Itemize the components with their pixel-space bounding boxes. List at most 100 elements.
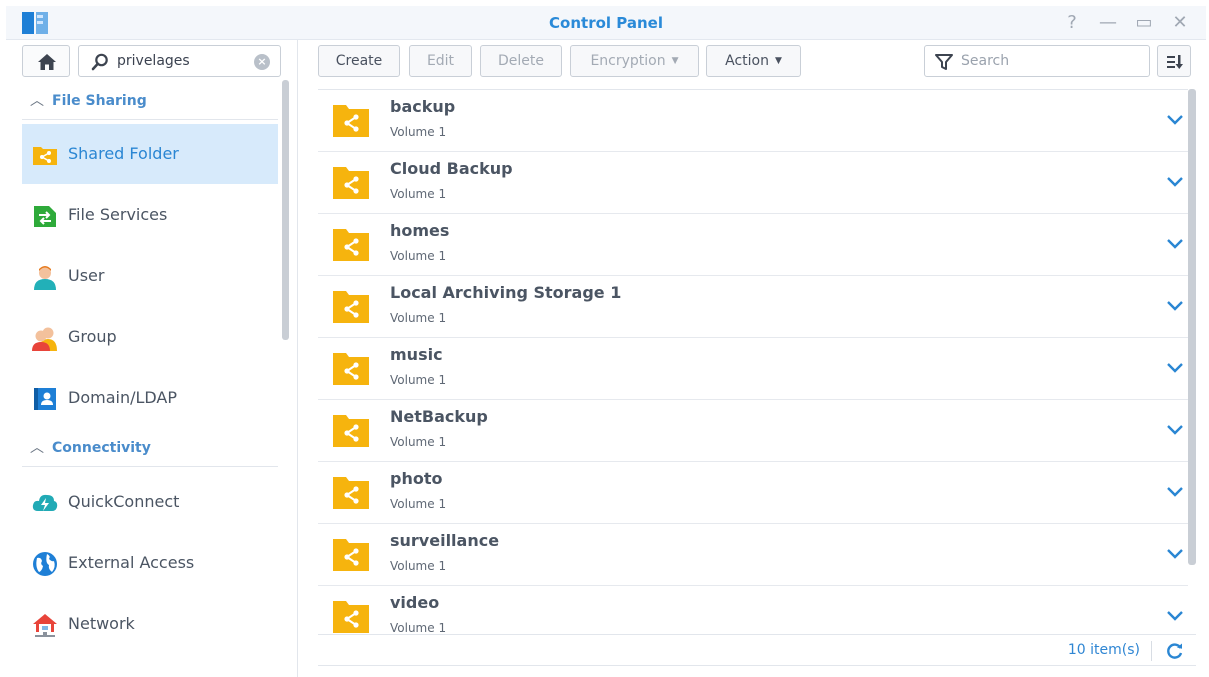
shared-folder-list: backup Volume 1 Cloud Backup Volume 1 homes V…	[318, 89, 1188, 634]
list-scrollbar[interactable]	[1188, 89, 1196, 565]
sidebar-item-group[interactable]: Group	[22, 307, 278, 367]
delete-button[interactable]: Delete	[480, 45, 562, 77]
close-icon[interactable]: ✕	[1169, 12, 1191, 34]
folder-name: Local Archiving Storage 1	[390, 283, 622, 302]
chevron-down-icon[interactable]	[1166, 175, 1184, 189]
table-row[interactable]: backup Volume 1	[318, 90, 1188, 152]
sidebar-scrollbar[interactable]	[282, 80, 289, 340]
sidebar-item-label: QuickConnect	[68, 492, 180, 511]
caret-down-icon: ▼	[774, 56, 782, 66]
folder-volume: Volume 1	[390, 621, 447, 634]
chevron-down-icon[interactable]	[1166, 485, 1184, 499]
create-button[interactable]: Create	[318, 45, 400, 77]
quickconnect-icon	[32, 494, 58, 511]
list-footer: 10 item(s)	[318, 634, 1196, 666]
sidebar-item-file-services[interactable]: File Services	[22, 185, 278, 245]
sidebar-item-label: Shared Folder	[68, 144, 179, 163]
home-button[interactable]	[22, 45, 70, 77]
maximize-icon[interactable]: ▭	[1133, 12, 1155, 34]
sidebar-item-label: File Services	[68, 205, 168, 224]
folder-volume: Volume 1	[390, 435, 447, 449]
folder-volume: Volume 1	[390, 497, 447, 511]
sidebar-item-quickconnect[interactable]: QuickConnect	[22, 472, 278, 532]
shared-folder-icon	[333, 353, 369, 385]
shared-folder-icon	[333, 167, 369, 199]
network-icon	[33, 614, 57, 637]
window-title: Control Panel	[549, 14, 663, 32]
table-row[interactable]: photo Volume 1	[318, 462, 1188, 524]
help-icon[interactable]: ?	[1061, 12, 1083, 34]
user-icon	[34, 266, 56, 290]
chevron-down-icon[interactable]	[1166, 299, 1184, 313]
chevron-down-icon[interactable]	[1166, 237, 1184, 251]
table-row[interactable]: video Volume 1	[318, 586, 1188, 634]
folder-volume: Volume 1	[390, 125, 447, 139]
shared-folder-icon	[333, 229, 369, 261]
home-icon	[38, 54, 56, 70]
folder-volume: Volume 1	[390, 559, 447, 573]
shared-folder-icon	[333, 601, 369, 633]
action-button[interactable]: Action ▼	[706, 45, 801, 77]
folder-name: surveillance	[390, 531, 500, 550]
title-bar: Control Panel ? — ▭ ✕	[6, 6, 1206, 40]
sidebar-item-external-access[interactable]: External Access	[22, 533, 278, 593]
folder-search[interactable]	[924, 45, 1150, 77]
folder-volume: Volume 1	[390, 249, 447, 263]
chevron-up-icon: ︿	[30, 93, 44, 109]
edit-button[interactable]: Edit	[409, 45, 472, 77]
sidebar-item-label: Group	[68, 327, 117, 346]
section-connectivity[interactable]: ︿ Connectivity	[22, 431, 278, 467]
clear-search-icon[interactable]: ×	[254, 54, 270, 70]
section-file-sharing[interactable]: ︿ File Sharing	[22, 84, 278, 120]
file-services-icon	[34, 206, 56, 227]
folder-volume: Volume 1	[390, 311, 447, 325]
table-row[interactable]: Local Archiving Storage 1 Volume 1	[318, 276, 1188, 338]
folder-name: backup	[390, 97, 456, 116]
folder-name: music	[390, 345, 443, 364]
sort-icon	[1167, 55, 1183, 69]
caret-down-icon: ▼	[671, 56, 679, 66]
chevron-down-icon[interactable]	[1166, 609, 1184, 623]
sidebar-item-label: Network	[68, 614, 135, 633]
chevron-down-icon[interactable]	[1166, 113, 1184, 127]
folder-name: homes	[390, 221, 450, 240]
table-row[interactable]: NetBackup Volume 1	[318, 400, 1188, 462]
shared-folder-icon	[333, 291, 369, 323]
shared-folder-icon	[333, 477, 369, 509]
chevron-up-icon: ︿	[30, 440, 44, 456]
filter-icon	[935, 54, 953, 70]
sidebar-item-shared-folder[interactable]: Shared Folder	[22, 124, 278, 184]
shared-folder-icon	[333, 415, 369, 447]
folder-name: photo	[390, 469, 443, 488]
table-row[interactable]: Cloud Backup Volume 1	[318, 152, 1188, 214]
sidebar-item-network[interactable]: Network	[22, 594, 278, 654]
group-icon	[32, 327, 57, 351]
chevron-down-icon[interactable]	[1166, 361, 1184, 375]
sidebar: × ︿File Sharing Shared Folder File Servi…	[0, 40, 298, 677]
sidebar-search-input[interactable]	[117, 51, 257, 71]
footer-divider	[1151, 641, 1152, 661]
encryption-button[interactable]: Encryption ▼	[570, 45, 699, 77]
folder-search-input[interactable]	[961, 51, 1141, 71]
folder-name: video	[390, 593, 440, 612]
sidebar-search[interactable]: ×	[78, 45, 281, 77]
sidebar-item-user[interactable]: User	[22, 246, 278, 306]
folder-volume: Volume 1	[390, 187, 447, 201]
chevron-down-icon[interactable]	[1166, 423, 1184, 437]
sidebar-item-domain-ldap[interactable]: Domain/LDAP	[22, 368, 278, 428]
table-row[interactable]: music Volume 1	[318, 338, 1188, 400]
sort-button[interactable]	[1157, 45, 1191, 77]
folder-volume: Volume 1	[390, 373, 447, 387]
shared-folder-icon	[333, 539, 369, 571]
search-icon	[91, 53, 108, 71]
sidebar-item-label: Domain/LDAP	[68, 388, 178, 407]
domain-ldap-icon	[34, 388, 56, 410]
table-row[interactable]: homes Volume 1	[318, 214, 1188, 276]
sidebar-item-label: User	[68, 266, 105, 285]
item-count: 10 item(s)	[1067, 642, 1140, 658]
refresh-icon[interactable]	[1166, 642, 1184, 660]
minimize-icon[interactable]: —	[1097, 12, 1119, 34]
table-row[interactable]: surveillance Volume 1	[318, 524, 1188, 586]
chevron-down-icon[interactable]	[1166, 547, 1184, 561]
folder-name: Cloud Backup	[390, 159, 513, 178]
